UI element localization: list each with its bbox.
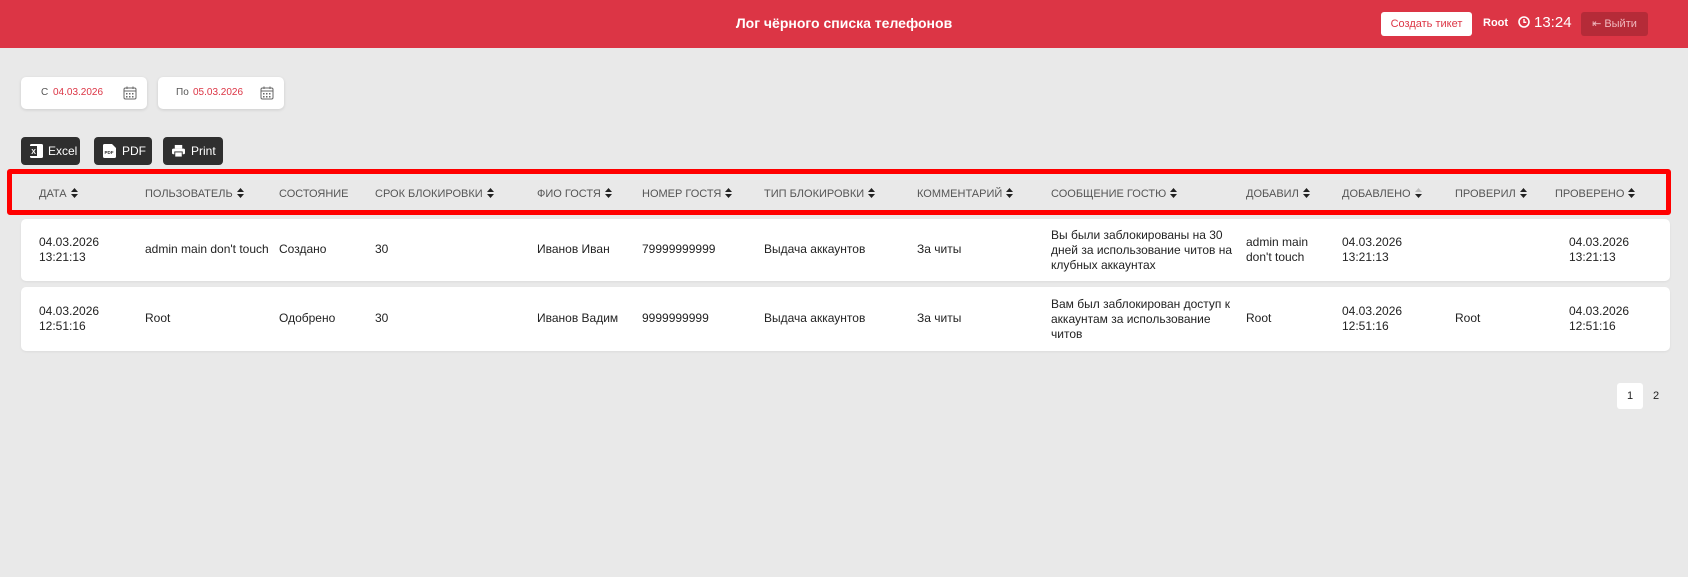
cell-comment: За читы [917, 311, 962, 325]
cell-guest-name: Иванов Вадим [537, 311, 619, 325]
current-user: Root [1483, 17, 1509, 29]
cell-block-type: Выдача аккаунтов [764, 311, 866, 325]
cell-guest-phone: 79999999999 [642, 242, 716, 256]
sort-icon[interactable] [486, 188, 494, 198]
sort-icon[interactable] [604, 188, 612, 198]
date-from-field[interactable]: С 04.03.2026 [21, 77, 147, 109]
sort-icon[interactable] [236, 188, 244, 198]
cell-state: Одобрено [279, 311, 336, 325]
logout-label: Выйти [1604, 18, 1637, 30]
column-header-checked-by[interactable]: ПРОВЕРИЛ [1455, 188, 1527, 200]
table-row[interactable]: 04.03.2026 13:21:13 admin main don't touc… [21, 219, 1670, 281]
cell-block-type: Выдача аккаунтов [764, 242, 866, 256]
cell-guest-phone: 9999999999 [642, 311, 709, 325]
column-header-block-type[interactable]: ТИП БЛОКИРОВКИ [764, 188, 876, 200]
export-excel-button[interactable]: X Excel [21, 137, 80, 165]
print-label: Print [191, 144, 216, 158]
logout-button[interactable]: ⇤ Выйти [1581, 12, 1648, 36]
svg-text:X: X [31, 149, 36, 156]
sort-icon[interactable] [1302, 188, 1310, 198]
cell-date: 04.03.2026 12:51:16 [39, 304, 100, 333]
sort-icon[interactable] [1170, 188, 1178, 198]
sort-icon[interactable] [725, 188, 733, 198]
sort-icon[interactable] [1628, 188, 1636, 198]
export-pdf-label: PDF [122, 144, 146, 158]
sort-icon[interactable] [1519, 188, 1527, 198]
print-icon [172, 144, 185, 158]
pdf-icon: PDF [103, 144, 116, 158]
pagination-page-2[interactable]: 2 [1649, 383, 1663, 409]
sort-icon[interactable] [1006, 188, 1014, 198]
date-from-prefix: С [41, 87, 49, 98]
cell-guest-message: Вы были заблокированы на 30 дней за испол… [1051, 228, 1233, 272]
cell-state: Создано [279, 242, 327, 256]
column-header-added-at[interactable]: ДОБАВЛЕНО [1342, 188, 1422, 200]
cell-date: 04.03.2026 13:21:13 [39, 235, 100, 264]
cell-checked-by: Root [1455, 311, 1481, 325]
column-header-guest-phone[interactable]: НОМЕР ГОСТЯ [642, 188, 733, 200]
calendar-icon[interactable] [123, 86, 137, 100]
column-header-user[interactable]: ПОЛЬЗОВАТЕЛЬ [145, 188, 244, 200]
cell-term: 30 [375, 242, 389, 256]
column-header-guest-message[interactable]: СООБЩЕНИЕ ГОСТЮ [1051, 188, 1178, 200]
column-header-comment[interactable]: КОММЕНТАРИЙ [917, 188, 1014, 200]
clock-icon [1518, 16, 1530, 28]
sort-icon[interactable] [868, 188, 876, 198]
cell-guest-message: Вам был заблокирован доступ к аккаунтам з… [1051, 297, 1230, 341]
excel-icon: X [30, 144, 43, 158]
top-bar: Лог чёрного списка телефонов Создать тик… [0, 0, 1688, 48]
calendar-icon[interactable] [260, 86, 274, 100]
cell-checked-at: 04.03.2026 12:51:16 [1569, 304, 1630, 333]
pagination-page-1[interactable]: 1 [1617, 383, 1643, 409]
column-header-date[interactable]: ДАТА [39, 188, 78, 200]
column-header-checked-at[interactable]: ПРОВЕРЕНО [1555, 188, 1636, 200]
cell-comment: За читы [917, 242, 962, 256]
cell-user: Root [145, 311, 171, 325]
cell-guest-name: Иванов Иван [537, 242, 610, 256]
column-header-guest-name[interactable]: ФИО ГОСТЯ [537, 188, 612, 200]
sort-icon[interactable] [1414, 188, 1422, 198]
create-ticket-button[interactable]: Создать тикет [1381, 12, 1472, 36]
table-row[interactable]: 04.03.2026 12:51:16 Root Одобрено 30 Иван… [21, 287, 1670, 351]
column-header-block-term[interactable]: СРОК БЛОКИРОВКИ [375, 188, 494, 200]
logout-icon: ⇤ [1592, 18, 1602, 30]
print-button[interactable]: Print [163, 137, 223, 165]
sort-icon[interactable] [70, 188, 78, 198]
date-to-value[interactable]: 05.03.2026 [193, 77, 243, 109]
cell-added-at: 04.03.2026 12:51:16 [1342, 304, 1403, 333]
cell-user: admin main don't touch [145, 242, 269, 256]
date-to-prefix: По [176, 87, 189, 98]
cell-added-at: 04.03.2026 13:21:13 [1342, 235, 1403, 264]
export-pdf-button[interactable]: PDF PDF [94, 137, 152, 165]
export-excel-label: Excel [48, 144, 78, 158]
cell-term: 30 [375, 311, 389, 325]
cell-added-by: admin main don't touch [1246, 235, 1309, 264]
column-header-state: СОСТОЯНИЕ [279, 188, 349, 200]
svg-text:PDF: PDF [105, 150, 114, 155]
clock-time: 13:24 [1534, 14, 1572, 31]
column-header-added-by[interactable]: ДОБАВИЛ [1246, 188, 1310, 200]
date-to-field[interactable]: По 05.03.2026 [158, 77, 284, 109]
cell-added-by: Root [1246, 311, 1272, 325]
date-from-value[interactable]: 04.03.2026 [53, 77, 103, 109]
cell-checked-at: 04.03.2026 13:21:13 [1569, 235, 1630, 264]
